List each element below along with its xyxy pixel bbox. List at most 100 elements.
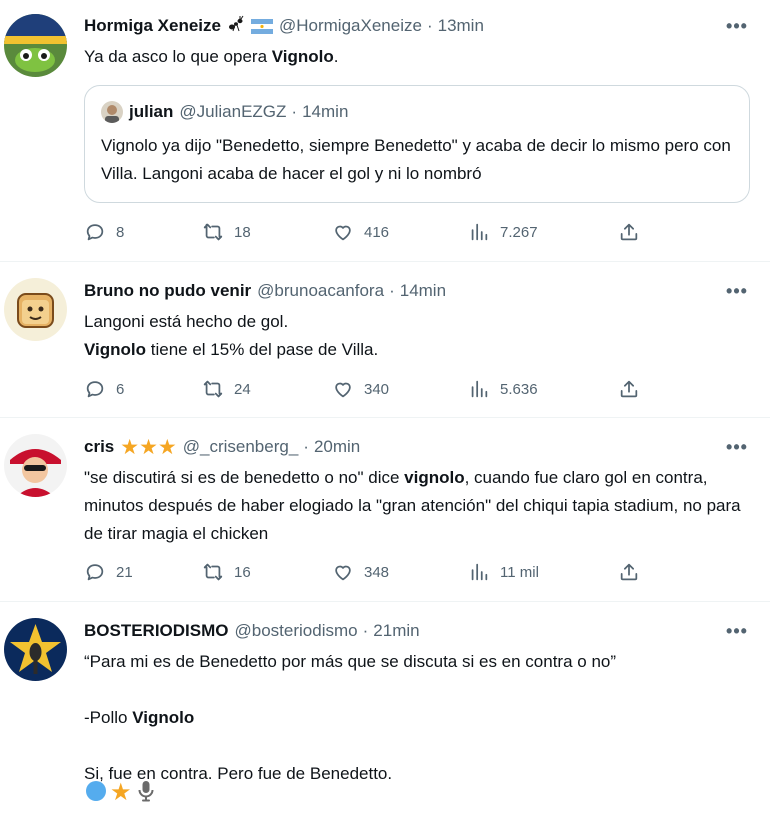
retweet-count: 24 (234, 380, 251, 398)
retweet-count: 16 (234, 563, 251, 581)
more-icon[interactable]: ••• (726, 15, 748, 37)
emoji-row: ★ (84, 780, 158, 806)
tweet-text: "se discutirá si es de benedetto o no" d… (84, 464, 750, 548)
views-icon (471, 223, 488, 241)
username[interactable]: @HormigaXeneize (279, 16, 422, 36)
share-icon (620, 380, 638, 398)
heart-icon (335, 225, 351, 241)
avatar[interactable] (4, 618, 67, 681)
tweet[interactable]: cris ★ ★ ★ @_crisenberg_ · 20min ••• "se… (0, 418, 770, 602)
retweet-button[interactable]: 16 (202, 561, 251, 583)
reply-count: 21 (116, 563, 133, 581)
tweet-text-bold: Vignolo (271, 47, 334, 66)
display-name[interactable]: cris (84, 437, 114, 457)
tweet[interactable]: Hormiga Xeneize @HormigaXeneize · 13min … (0, 0, 770, 262)
share-button[interactable] (618, 561, 640, 583)
retweet-icon (203, 223, 223, 241)
quoted-tweet-header: julian @JulianEZGZ · 14min (101, 100, 348, 124)
retweet-button[interactable]: 18 (202, 221, 251, 243)
microphone-icon (134, 779, 158, 808)
avatar[interactable] (4, 434, 67, 497)
retweet-count: 18 (234, 223, 251, 241)
quoted-username: @JulianEZGZ (179, 102, 287, 121)
retweet-button[interactable]: 24 (202, 378, 251, 400)
tweet-text-bold: vignolo (404, 468, 465, 487)
views-icon (471, 563, 488, 581)
action-bar: 6 24 340 5.636 (84, 377, 654, 401)
views-button[interactable]: 11 mil (468, 561, 539, 583)
tweet-text-line: Langoni está hecho de gol. (84, 312, 289, 331)
tweet-text-part: -Pollo (84, 708, 133, 727)
reply-icon (86, 224, 104, 241)
separator-dot: · (362, 621, 369, 640)
action-bar: 21 16 348 11 mil (84, 560, 654, 584)
display-name[interactable]: BOSTERIODISMO (84, 621, 229, 641)
tweet-text: “Para mi es de Benedetto por más que se … (84, 648, 750, 788)
retweet-icon (203, 380, 223, 398)
like-button[interactable]: 348 (332, 561, 389, 583)
like-button[interactable]: 416 (332, 221, 389, 243)
separator-dot: · (426, 16, 433, 35)
reply-icon (86, 381, 104, 398)
tweet-text-part: "se discutirá si es de benedetto o no" d… (84, 468, 405, 487)
reply-button[interactable]: 21 (84, 561, 133, 583)
avatar[interactable] (4, 14, 67, 77)
tweet-header: cris ★ ★ ★ @_crisenberg_ · 20min (84, 435, 360, 459)
separator-dot: · (303, 437, 309, 456)
tweet[interactable]: BOSTERIODISMO @bosteriodismo · 21min •••… (0, 602, 770, 820)
tweet-header: Bruno no pudo venir @brunoacanfora · 14m… (84, 279, 446, 303)
timestamp[interactable]: 21min (373, 621, 419, 641)
username[interactable]: @brunoacanfora (257, 281, 384, 301)
quoted-timestamp: 14min (302, 102, 349, 121)
tweet-text-part: . (333, 47, 339, 66)
tweet-text: Ya da asco lo que opera Vignolo. (84, 43, 750, 71)
display-name[interactable]: Hormiga Xeneize (84, 16, 221, 36)
like-count: 416 (364, 223, 390, 241)
share-button[interactable] (618, 378, 640, 400)
quoted-tweet-text: Vignolo ya dijo "Benedetto, siempre Bene… (101, 136, 731, 183)
reply-button[interactable]: 8 (84, 221, 124, 243)
star-icon: ★ (110, 779, 132, 806)
share-icon (620, 223, 638, 241)
action-bar: 8 18 416 7.267 (84, 220, 654, 244)
views-button[interactable]: 7.267 (468, 221, 538, 243)
tweet-header: BOSTERIODISMO @bosteriodismo · 21min (84, 619, 420, 643)
views-icon (471, 380, 488, 398)
ant-emoji-icon (227, 15, 245, 38)
more-icon[interactable]: ••• (726, 436, 748, 458)
display-name[interactable]: Bruno no pudo venir (84, 281, 251, 301)
reply-icon (86, 564, 104, 581)
tweet-text-bold: Vignolo (132, 708, 195, 727)
more-icon[interactable]: ••• (726, 280, 748, 302)
avatar[interactable] (4, 278, 67, 341)
like-count: 348 (364, 563, 390, 581)
quoted-display-name: julian (129, 102, 174, 121)
username[interactable]: @bosteriodismo (235, 621, 358, 641)
tweet-text-line: -Pollo Vignolo (84, 704, 750, 732)
username[interactable]: @_crisenberg_ (183, 437, 299, 457)
heart-icon (335, 565, 351, 581)
tweet-text-part: Ya da asco lo que opera (84, 47, 272, 66)
quoted-tweet[interactable]: julian @JulianEZGZ · 14min Vignolo ya di… (84, 85, 750, 203)
view-count: 5.636 (500, 380, 538, 398)
separator-dot: · (291, 102, 298, 121)
share-button[interactable] (618, 221, 640, 243)
timestamp[interactable]: 14min (400, 281, 446, 301)
reply-button[interactable]: 6 (84, 378, 124, 400)
tweet-text-bold: Vignolo (84, 340, 147, 359)
star-icon: ★ (139, 435, 158, 459)
tweet-text: Langoni está hecho de gol. Vignolo tiene… (84, 308, 750, 364)
star-icon: ★ (157, 435, 177, 459)
timestamp[interactable]: 20min (314, 437, 360, 457)
tweet-text-line: Si, fue en contra. Pero fue de Benedetto… (84, 764, 393, 783)
timestamp[interactable]: 13min (438, 16, 484, 36)
more-icon[interactable]: ••• (726, 620, 748, 642)
like-count: 340 (364, 380, 390, 398)
views-button[interactable]: 5.636 (468, 378, 538, 400)
retweet-icon (203, 563, 223, 581)
tweet[interactable]: Bruno no pudo venir @brunoacanfora · 14m… (0, 262, 770, 418)
tweet-text-line: “Para mi es de Benedetto por más que se … (84, 652, 617, 671)
quoted-avatar (101, 101, 123, 123)
tweet-header: Hormiga Xeneize @HormigaXeneize · 13min (84, 14, 484, 38)
like-button[interactable]: 340 (332, 378, 389, 400)
